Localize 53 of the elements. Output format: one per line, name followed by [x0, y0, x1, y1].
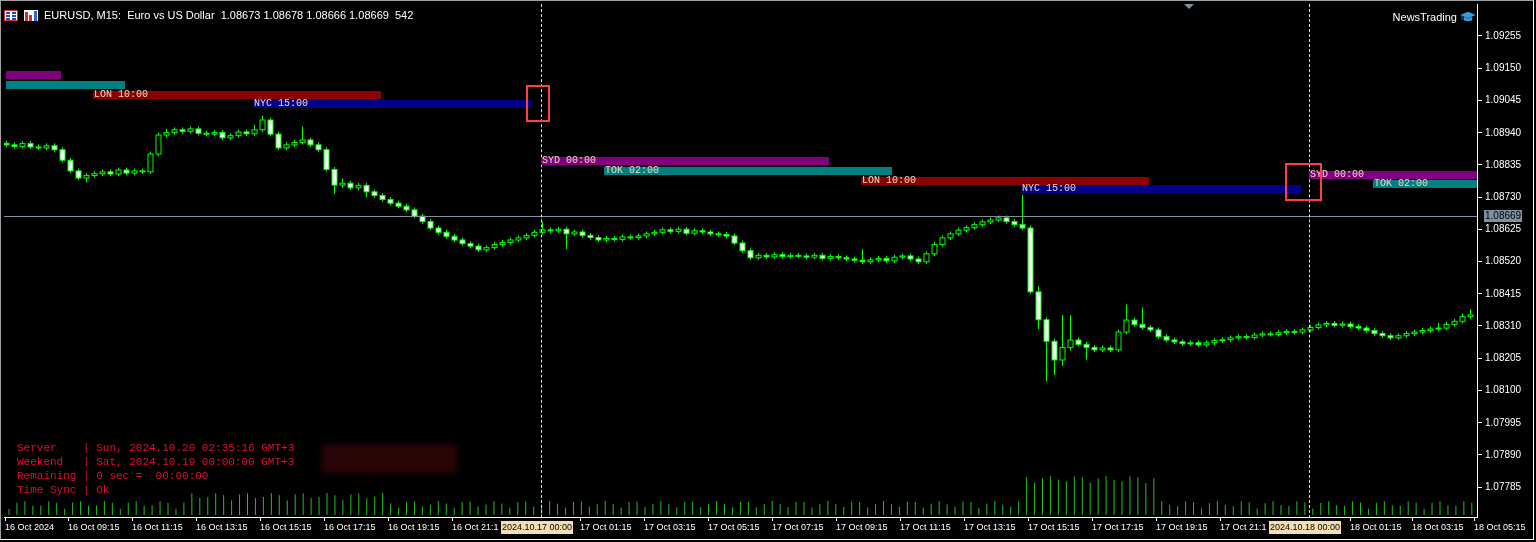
price-label: 1.08940: [1484, 126, 1523, 139]
time-label: 18 Oct 01:15: [1349, 521, 1403, 534]
price-label: 1.08415: [1484, 287, 1523, 300]
price-label: 1.08310: [1484, 319, 1523, 332]
time-label: 16 Oct 19:15: [387, 521, 441, 534]
session-label: LON 10:00: [93, 91, 148, 99]
current-price-label: 1.08669: [1484, 210, 1523, 222]
price-label: 1.08730: [1484, 191, 1523, 203]
time-label: 17 Oct 13:15: [963, 521, 1017, 534]
time-label: 17 Oct 19:15: [1155, 521, 1209, 534]
price-label: 1.09150: [1484, 62, 1523, 75]
price-label: 1.08835: [1484, 158, 1523, 171]
time-label: 17 Oct 01:15: [579, 521, 633, 534]
time-label: 16 Oct 15:15: [259, 521, 313, 534]
info-line: Time Sync | Ok: [17, 483, 111, 497]
time-label: 16 Oct 13:15: [195, 521, 249, 534]
price-label: 1.08520: [1484, 255, 1523, 268]
time-label: 16 Oct 2024: [4, 521, 56, 534]
time-label: 17 Oct 03:15: [643, 521, 697, 534]
time-label: 17 Oct 15:15: [1027, 521, 1081, 534]
time-label: 17 Oct 17:15: [1091, 521, 1145, 534]
info-line: Server | Sun, 2024.10.20 02:35:16 GMT+3: [17, 441, 295, 455]
date-marker-label: 2024.10.18 00:00: [1269, 521, 1342, 534]
time-label: 17 Oct 21:1: [1219, 521, 1268, 534]
session-label: NYC 15:00: [1021, 185, 1076, 193]
price-label: 1.08625: [1484, 223, 1523, 236]
session-label: SYD 00:00: [541, 157, 596, 165]
time-label: 18 Oct 05:15: [1473, 521, 1527, 534]
time-label: 17 Oct 09:15: [835, 521, 889, 534]
info-line: Weekend | Sat, 2024.10.19 00:00:00 GMT+3: [17, 455, 295, 469]
session-label: LON 10:00: [861, 177, 916, 185]
price-label: 1.07890: [1484, 448, 1523, 461]
indicator-label: NewsTrading: [1392, 11, 1457, 23]
info-line: Remaining | 0 sec = 00:00:00: [17, 469, 210, 483]
price-label: 1.07995: [1484, 416, 1523, 429]
chart-title: EURUSD, M15: Euro vs US Dollar 1.08673 1.08678 1.08666 1.08669 542: [44, 9, 414, 21]
session-label: TOK 02:00: [604, 167, 659, 175]
session-label: NYC 15:00: [253, 100, 308, 108]
time-label: 17 Oct 07:15: [771, 521, 825, 534]
time-label: 16 Oct 21:1: [451, 521, 500, 534]
price-label: 1.08100: [1484, 384, 1523, 397]
time-label: 17 Oct 05:15: [707, 521, 761, 534]
time-label: 16 Oct 17:15: [323, 521, 377, 534]
price-label: 1.09255: [1484, 29, 1523, 42]
time-label: 16 Oct 11:15: [131, 521, 184, 534]
time-label: 16 Oct 09:15: [67, 521, 121, 534]
price-label: 1.08205: [1484, 352, 1523, 365]
session-label: TOK 02:00: [1373, 180, 1428, 188]
time-label: 18 Oct 03:15: [1411, 521, 1465, 534]
price-label: 1.07785: [1484, 481, 1523, 493]
time-label: 17 Oct 11:15: [899, 521, 952, 534]
price-label: 1.09045: [1484, 94, 1523, 107]
date-marker-label: 2024.10.17 00:00: [501, 521, 574, 534]
